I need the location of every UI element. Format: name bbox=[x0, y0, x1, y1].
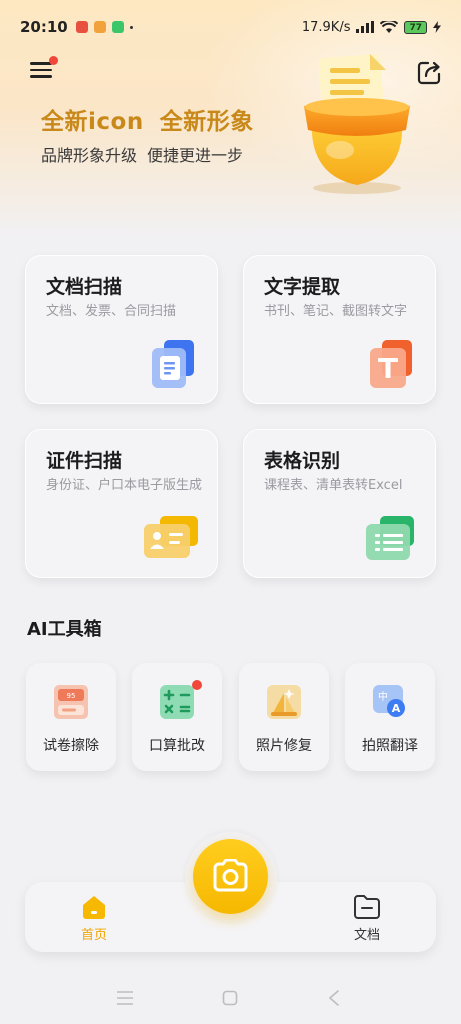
document-scan-icon bbox=[152, 340, 194, 388]
home-nav-icon[interactable] bbox=[222, 990, 238, 1006]
calc-check-icon bbox=[160, 685, 194, 719]
hero-subtitle-part2: 便捷更进一步 bbox=[147, 146, 244, 165]
notification-icons bbox=[75, 21, 133, 33]
battery-icon: 77 bbox=[404, 20, 427, 34]
hero-subtitle-part1: 品牌形象升级 bbox=[41, 146, 138, 165]
tool-label: 拍照翻译 bbox=[362, 738, 418, 754]
tab-documents[interactable]: 文档 bbox=[337, 894, 397, 943]
photo-translate-icon: 中 A bbox=[373, 685, 405, 717]
menu-badge bbox=[49, 56, 58, 65]
tool-calc-check[interactable]: 口算批改 bbox=[132, 663, 222, 771]
more-notifications-icon bbox=[129, 25, 133, 29]
folder-icon bbox=[354, 895, 380, 919]
feature-card-text-extract[interactable]: 文字提取 书刊、笔记、截图转文字 bbox=[243, 255, 436, 404]
card-title: 表格识别 bbox=[264, 450, 341, 472]
wechat-icon bbox=[111, 21, 124, 33]
status-time: 20:10 bbox=[20, 18, 68, 36]
back-icon[interactable] bbox=[328, 990, 340, 1006]
tool-exam-erase[interactable]: 95 试卷擦除 bbox=[26, 663, 116, 771]
wifi-icon bbox=[380, 20, 399, 33]
id-card-scan-icon bbox=[144, 516, 198, 558]
tool-label: 照片修复 bbox=[256, 738, 312, 754]
recent-apps-icon[interactable] bbox=[116, 990, 134, 1006]
exam-erase-icon: 95 bbox=[54, 685, 88, 719]
network-speed: 17.9K/s bbox=[301, 19, 351, 35]
tool-photo-translate[interactable]: 中 A 拍照翻译 bbox=[345, 663, 435, 771]
photo-repair-icon bbox=[267, 685, 301, 719]
hero-title: 全新icon 全新形象 bbox=[41, 102, 254, 136]
hero-title-part2: 全新形象 bbox=[159, 109, 254, 135]
home-icon bbox=[83, 896, 105, 919]
card-description: 身份证、户口本电子版生成 bbox=[46, 478, 203, 493]
svg-text:A: A bbox=[392, 702, 401, 715]
system-nav-bar bbox=[0, 972, 461, 1024]
new-badge bbox=[192, 680, 202, 690]
tab-home-label: 首页 bbox=[80, 928, 107, 943]
share-icon[interactable] bbox=[417, 60, 442, 85]
menu-icon-line bbox=[30, 68, 52, 71]
ai-toolbox-title: AI工具箱 bbox=[27, 619, 102, 640]
status-bar: 20:10 17.9K/s 77 bbox=[0, 0, 461, 54]
camera-icon bbox=[213, 859, 248, 892]
signal-icon bbox=[356, 21, 375, 33]
card-description: 文档、发票、合同扫描 bbox=[46, 304, 177, 319]
hero-subtitle: 品牌形象升级 便捷更进一步 bbox=[41, 142, 243, 166]
notification-app-icon bbox=[75, 21, 88, 33]
card-title: 证件扫描 bbox=[46, 450, 123, 472]
svg-text:中: 中 bbox=[378, 690, 388, 703]
camera-button[interactable] bbox=[193, 839, 268, 914]
menu-icon-line bbox=[30, 75, 52, 78]
tool-label: 试卷擦除 bbox=[43, 738, 99, 754]
tab-home[interactable]: 首页 bbox=[64, 894, 124, 943]
text-extract-icon bbox=[370, 340, 412, 388]
tab-documents-label: 文档 bbox=[353, 928, 380, 943]
table-recognize-icon bbox=[366, 516, 414, 560]
tool-label: 口算批改 bbox=[149, 738, 205, 754]
feature-card-document-scan[interactable]: 文档扫描 文档、发票、合同扫描 bbox=[25, 255, 218, 404]
card-description: 课程表、清单表转Excel bbox=[264, 478, 403, 493]
card-title: 文档扫描 bbox=[46, 276, 123, 298]
card-title: 文字提取 bbox=[264, 276, 341, 298]
menu-button[interactable] bbox=[30, 56, 58, 82]
notification-app-icon bbox=[93, 21, 106, 33]
hero-title-part1: 全新icon bbox=[41, 109, 144, 135]
tool-photo-repair[interactable]: 照片修复 bbox=[239, 663, 329, 771]
svg-text:95: 95 bbox=[67, 692, 76, 700]
feature-card-table-recognize[interactable]: 表格识别 课程表、清单表转Excel bbox=[243, 429, 436, 578]
feature-card-id-scan[interactable]: 证件扫描 身份证、户口本电子版生成 bbox=[25, 429, 218, 578]
card-description: 书刊、笔记、截图转文字 bbox=[264, 304, 408, 319]
document-pot-illustration bbox=[304, 54, 410, 194]
charging-icon bbox=[433, 21, 441, 33]
